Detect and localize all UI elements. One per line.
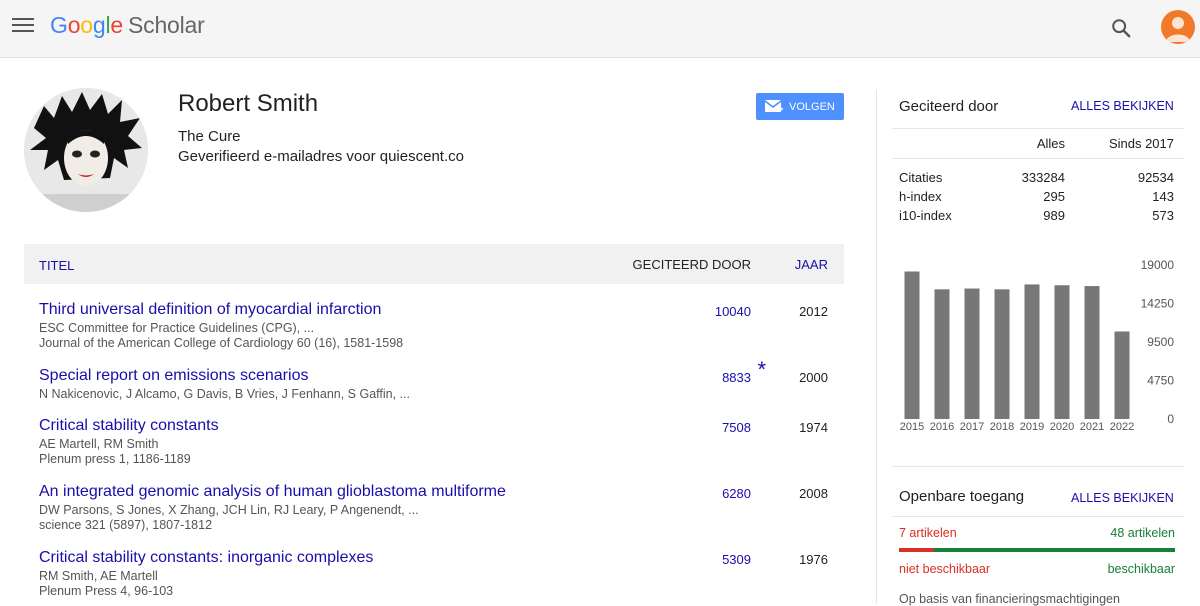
article-venue: Plenum Press 4, 96-103 xyxy=(39,584,174,598)
citation-bar[interactable] xyxy=(1054,285,1070,419)
open-access-view-all-link[interactable]: ALLES BEKIJKEN xyxy=(1071,491,1174,505)
x-tick-label: 2021 xyxy=(1080,421,1104,433)
article-title-link[interactable]: An integrated genomic analysis of human … xyxy=(39,483,506,501)
open-access-heading: Openbare toegang xyxy=(899,488,1025,505)
y-tick-label: 0 xyxy=(1167,412,1174,426)
article-authors: DW Parsons, S Jones, X Zhang, JCH Lin, R… xyxy=(39,503,419,517)
y-tick-label: 4750 xyxy=(1147,374,1174,388)
article-venue: Plenum press 1, 1186-1189 xyxy=(39,452,191,466)
x-tick-label: 2022 xyxy=(1110,421,1134,433)
y-tick-label: 14250 xyxy=(1141,297,1175,311)
article-authors: N Nakicenovic, J Alcamo, G Davis, B Vrie… xyxy=(39,387,410,401)
article-title-link[interactable]: Critical stability constants xyxy=(39,417,219,435)
article-title-link[interactable]: Critical stability constants: inorganic … xyxy=(39,549,373,567)
sort-by-cited[interactable]: GECITEERD DOOR xyxy=(633,257,751,272)
divider xyxy=(892,516,1184,517)
follow-button[interactable]: VOLGEN xyxy=(756,93,844,120)
article-citations-link[interactable]: 5309 xyxy=(722,552,751,567)
profile-photo xyxy=(24,88,148,212)
search-icon[interactable] xyxy=(1110,17,1132,39)
cited-by-view-all-link[interactable]: ALLES BEKIJKEN xyxy=(1071,99,1174,113)
merged-citations-star[interactable]: * xyxy=(757,357,766,383)
article-citations-link[interactable]: 6280 xyxy=(722,486,751,501)
y-tick-label: 19000 xyxy=(1141,258,1175,272)
stat-all-value: 989 xyxy=(1043,208,1065,223)
article-authors: AE Martell, RM Smith xyxy=(39,437,159,451)
available-count-link[interactable]: 48 artikelen xyxy=(1110,526,1175,540)
x-tick-label: 2019 xyxy=(1020,421,1044,433)
cited-by-heading: Geciteerd door xyxy=(899,98,999,115)
sidebar-divider xyxy=(876,90,877,604)
unavailable-label: niet beschikbaar xyxy=(899,562,991,576)
stats-col-since: Sinds 2017 xyxy=(1108,136,1174,151)
x-tick-label: 2020 xyxy=(1050,421,1074,433)
article-venue: Journal of the American College of Cardi… xyxy=(39,336,404,350)
person-icon xyxy=(1166,17,1190,42)
citation-bar[interactable] xyxy=(904,271,920,419)
y-tick-label: 9500 xyxy=(1147,335,1174,349)
article-year: 1976 xyxy=(799,552,828,567)
citation-bar[interactable] xyxy=(994,289,1010,419)
top-app-bar: Google Scholar xyxy=(0,0,1200,58)
article-year: 2012 xyxy=(799,304,828,319)
unavailable-count-link[interactable]: 7 artikelen xyxy=(899,526,957,540)
account-avatar[interactable] xyxy=(1161,10,1195,44)
citation-bar[interactable] xyxy=(1024,284,1040,419)
citation-bar[interactable] xyxy=(964,288,980,419)
stat-since-value: 573 xyxy=(1152,208,1174,223)
citation-bar[interactable] xyxy=(1114,331,1130,419)
stat-label[interactable]: i10-index xyxy=(899,208,952,223)
x-tick-label: 2016 xyxy=(930,421,954,433)
profile-email-verification: Geverifieerd e-mailadres voor quiescent.… xyxy=(178,148,464,165)
sort-by-title[interactable]: TITEL xyxy=(39,258,74,273)
stat-all-value: 333284 xyxy=(1021,170,1065,185)
stat-since-value: 92534 xyxy=(1137,170,1174,185)
divider xyxy=(892,466,1184,467)
article-year: 2000 xyxy=(799,370,828,385)
article-citations-link[interactable]: 10040 xyxy=(715,304,751,319)
article-citations-link[interactable]: 7508 xyxy=(722,420,751,435)
stat-label[interactable]: Citaties xyxy=(899,170,942,185)
article-authors: RM Smith, AE Martell xyxy=(39,569,158,583)
article-year: 1974 xyxy=(799,420,828,435)
x-tick-label: 2017 xyxy=(960,421,984,433)
divider xyxy=(892,128,1184,129)
citation-bar[interactable] xyxy=(934,289,950,419)
articles-table-header: TITEL GECITEERD DOOR JAAR xyxy=(24,244,844,284)
access-progress-bar xyxy=(899,548,1175,552)
article-authors: ESC Committee for Practice Guidelines (C… xyxy=(39,321,315,335)
stat-all-value: 295 xyxy=(1043,189,1065,204)
citation-bar[interactable] xyxy=(1084,286,1100,419)
follow-button-label: VOLGEN xyxy=(789,100,835,113)
article-citations-link[interactable]: 8833 xyxy=(722,370,751,385)
unavailable-fill xyxy=(899,548,935,552)
citations-per-year-chart: 2015 2016 2017 2018 2019 2020 2021 2022 19000 142… xyxy=(900,258,1175,433)
profile-affiliation: The Cure xyxy=(178,128,241,145)
stat-since-value: 143 xyxy=(1152,189,1174,204)
x-tick-label: 2018 xyxy=(990,421,1014,433)
article-title-link[interactable]: Third universal definition of myocardial… xyxy=(39,301,381,319)
article-year: 2008 xyxy=(799,486,828,501)
envelope-icon xyxy=(765,99,783,112)
available-label: beschikbaar xyxy=(1107,562,1175,576)
divider xyxy=(892,158,1184,159)
stats-col-all: Alles xyxy=(1036,136,1065,151)
profile-name: Robert Smith xyxy=(178,90,319,117)
google-scholar-logo[interactable]: Google Scholar xyxy=(50,12,205,39)
sort-by-year[interactable]: JAAR xyxy=(795,257,828,272)
hamburger-menu-icon[interactable] xyxy=(12,18,34,36)
x-tick-label: 2015 xyxy=(900,421,924,433)
stat-label[interactable]: h-index xyxy=(899,189,942,204)
article-title-link[interactable]: Special report on emissions scenarios xyxy=(39,367,308,385)
article-venue: science 321 (5897), 1807-1812 xyxy=(39,518,213,532)
